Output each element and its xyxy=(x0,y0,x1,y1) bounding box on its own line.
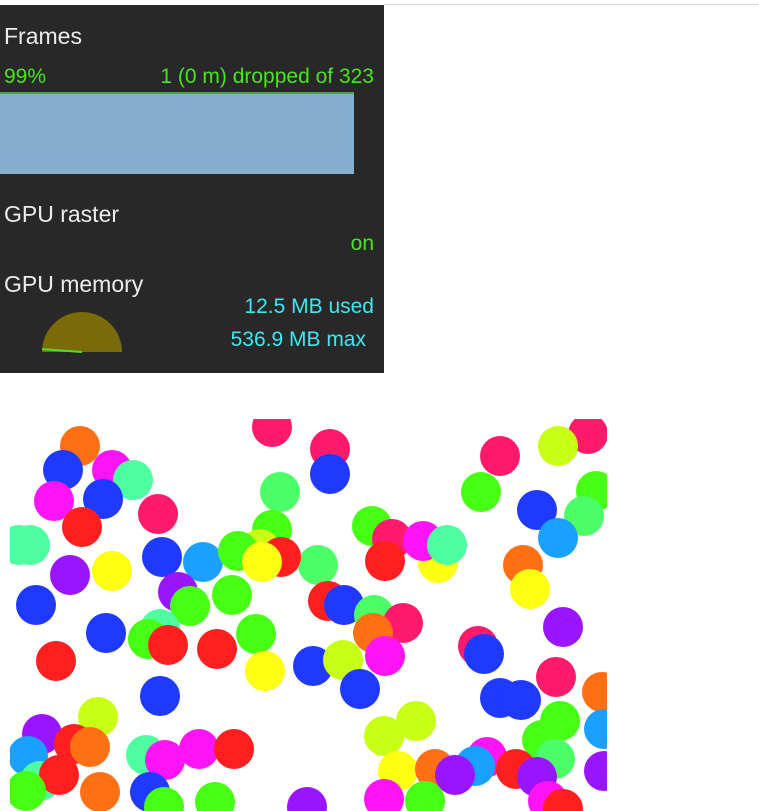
gpu-memory-max: 536.9 MB max xyxy=(230,328,366,351)
frames-bar xyxy=(0,94,354,174)
bouncing-ball xyxy=(298,545,338,585)
bouncing-ball xyxy=(260,472,300,512)
bouncing-ball xyxy=(464,634,504,674)
bouncing-ball xyxy=(197,629,237,669)
bouncing-ball xyxy=(242,542,282,582)
bouncing-ball xyxy=(543,607,583,647)
bouncing-ball xyxy=(212,575,252,615)
gpu-raster-status: on xyxy=(350,232,374,255)
gpu-memory-title: GPU memory xyxy=(4,271,144,297)
bouncing-ball xyxy=(364,716,404,756)
bouncing-ball xyxy=(92,551,132,591)
bouncing-ball xyxy=(584,709,607,749)
bouncing-ball xyxy=(80,772,120,811)
bouncing-ball xyxy=(582,672,607,712)
bouncing-ball xyxy=(36,641,76,681)
bouncing-ball xyxy=(70,727,110,767)
bouncing-ball xyxy=(252,419,292,447)
gpu-raster-title: GPU raster xyxy=(4,201,120,227)
bouncing-ball xyxy=(236,614,276,654)
gpu-memory-gauge xyxy=(42,312,122,353)
frames-title: Frames xyxy=(4,23,82,49)
bouncing-ball xyxy=(148,625,188,665)
bouncing-ball xyxy=(365,636,405,676)
bouncing-balls-canvas xyxy=(10,419,607,811)
bouncing-ball xyxy=(427,525,467,565)
bouncing-ball xyxy=(50,555,90,595)
frames-bar-chart xyxy=(0,92,358,174)
frames-dropped-count: 1 (0 m) dropped of 323 xyxy=(160,65,374,88)
bouncing-ball xyxy=(501,680,541,720)
bouncing-ball xyxy=(480,436,520,476)
bouncing-ball xyxy=(538,518,578,558)
frames-percent: 99% xyxy=(4,65,47,88)
bouncing-ball xyxy=(62,507,102,547)
bouncing-ball xyxy=(287,787,327,811)
fps-meter-hud: Frames 99% 1 (0 m) dropped of 323 GPU ra… xyxy=(0,5,384,373)
bouncing-ball xyxy=(195,782,235,811)
bouncing-ball xyxy=(365,541,405,581)
gpu-memory-used: 12.5 MB used xyxy=(244,295,374,318)
balls-layer xyxy=(10,419,607,811)
bouncing-ball xyxy=(538,426,578,466)
bouncing-ball xyxy=(310,454,350,494)
bouncing-ball xyxy=(584,751,607,791)
bouncing-ball xyxy=(536,657,576,697)
bouncing-ball xyxy=(140,676,180,716)
bouncing-ball xyxy=(16,585,56,625)
page-top-divider xyxy=(384,4,759,5)
gpu-memory-gauge-fill xyxy=(42,312,122,352)
bouncing-ball xyxy=(214,729,254,769)
bouncing-ball xyxy=(510,569,550,609)
bouncing-ball xyxy=(245,651,285,691)
bouncing-ball xyxy=(461,472,501,512)
bouncing-ball xyxy=(142,537,182,577)
bouncing-ball xyxy=(340,669,380,709)
bouncing-ball xyxy=(138,494,178,534)
bouncing-ball xyxy=(179,729,219,769)
bouncing-ball xyxy=(86,613,126,653)
